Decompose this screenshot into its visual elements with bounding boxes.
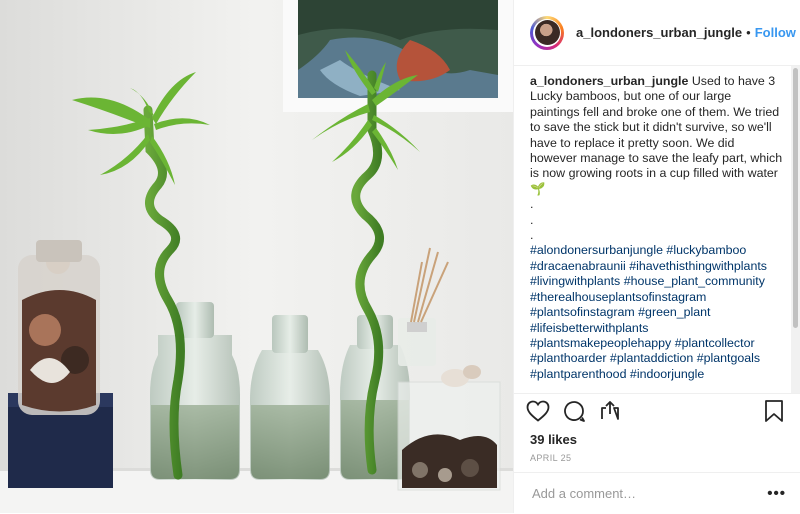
share-icon[interactable] xyxy=(598,399,622,423)
avatar[interactable] xyxy=(530,15,564,50)
hashtag-link[interactable]: #ihavethisthingwithplants xyxy=(629,259,767,273)
hashtag-link[interactable]: #dracaenabraunii xyxy=(530,259,626,273)
hashtag-link[interactable]: #plantsofinstagram xyxy=(530,305,635,319)
hashtag-link[interactable]: #house_plant_community xyxy=(624,274,765,288)
caption-dot: . xyxy=(530,197,534,212)
bookmark-icon[interactable] xyxy=(764,399,784,423)
hashtag-link[interactable]: #lifeisbetterwithplants xyxy=(530,321,648,335)
caption: a_londoners_urban_jungle Used to have 3 … xyxy=(514,66,790,393)
hashtag-link[interactable]: #plantcollector xyxy=(675,336,755,350)
hashtag-link[interactable]: #plantaddiction xyxy=(610,351,693,365)
hashtag-link[interactable]: #luckybamboo xyxy=(666,243,746,257)
more-options-icon[interactable]: ••• xyxy=(767,485,786,502)
hashtag-link[interactable]: #livingwithplants xyxy=(530,274,620,288)
hashtag-list: #alondonersurbanjungle #luckybamboo #dra… xyxy=(530,243,784,382)
follow-button[interactable]: Follow xyxy=(755,25,796,40)
hashtag-link[interactable]: #plantgoals xyxy=(697,351,760,365)
caption-username[interactable]: a_londoners_urban_jungle xyxy=(530,74,688,88)
action-icons xyxy=(514,396,800,426)
post-date: APRIL 25 xyxy=(530,453,572,463)
header-dot: • xyxy=(746,25,751,40)
header-username[interactable]: a_londoners_urban_jungle xyxy=(576,25,742,40)
scrollbar-thumb[interactable] xyxy=(793,68,798,328)
hashtag-link[interactable]: #plantsmakepeoplehappy xyxy=(530,336,671,350)
post-header: a_londoners_urban_jungle • Follow xyxy=(514,0,800,66)
hashtag-link[interactable]: #alondonersurbanjungle xyxy=(530,243,663,257)
hashtag-link[interactable]: #therealhouseplantsofinstagram xyxy=(530,290,706,304)
post-photo[interactable] xyxy=(0,0,513,513)
hashtag-link[interactable]: #planthoarder xyxy=(530,351,606,365)
caption-dot: . xyxy=(530,228,534,243)
bamboo-photo-illustration xyxy=(0,0,513,513)
hashtag-link[interactable]: #plantparenthood xyxy=(530,367,626,381)
hashtag-link[interactable]: #indoorjungle xyxy=(630,367,704,381)
comment-icon[interactable] xyxy=(562,399,586,423)
caption-text: Used to have 3 Lucky bamboos, but one of… xyxy=(530,74,783,196)
caption-dot: . xyxy=(530,212,534,227)
hashtag-link[interactable]: #green_plant xyxy=(638,305,710,319)
instagram-post: a_londoners_urban_jungle • Follow a_lond… xyxy=(0,0,800,513)
likes-count[interactable]: 39 likes xyxy=(514,426,800,447)
comment-bar: ••• xyxy=(514,472,800,514)
heart-icon[interactable] xyxy=(526,400,550,422)
caption-scrollbar[interactable] xyxy=(791,66,800,393)
comment-input[interactable] xyxy=(530,485,768,502)
post-sidebar: a_londoners_urban_jungle • Follow a_lond… xyxy=(513,0,800,513)
post-actions: 39 likes APRIL 25 ••• xyxy=(514,393,800,514)
